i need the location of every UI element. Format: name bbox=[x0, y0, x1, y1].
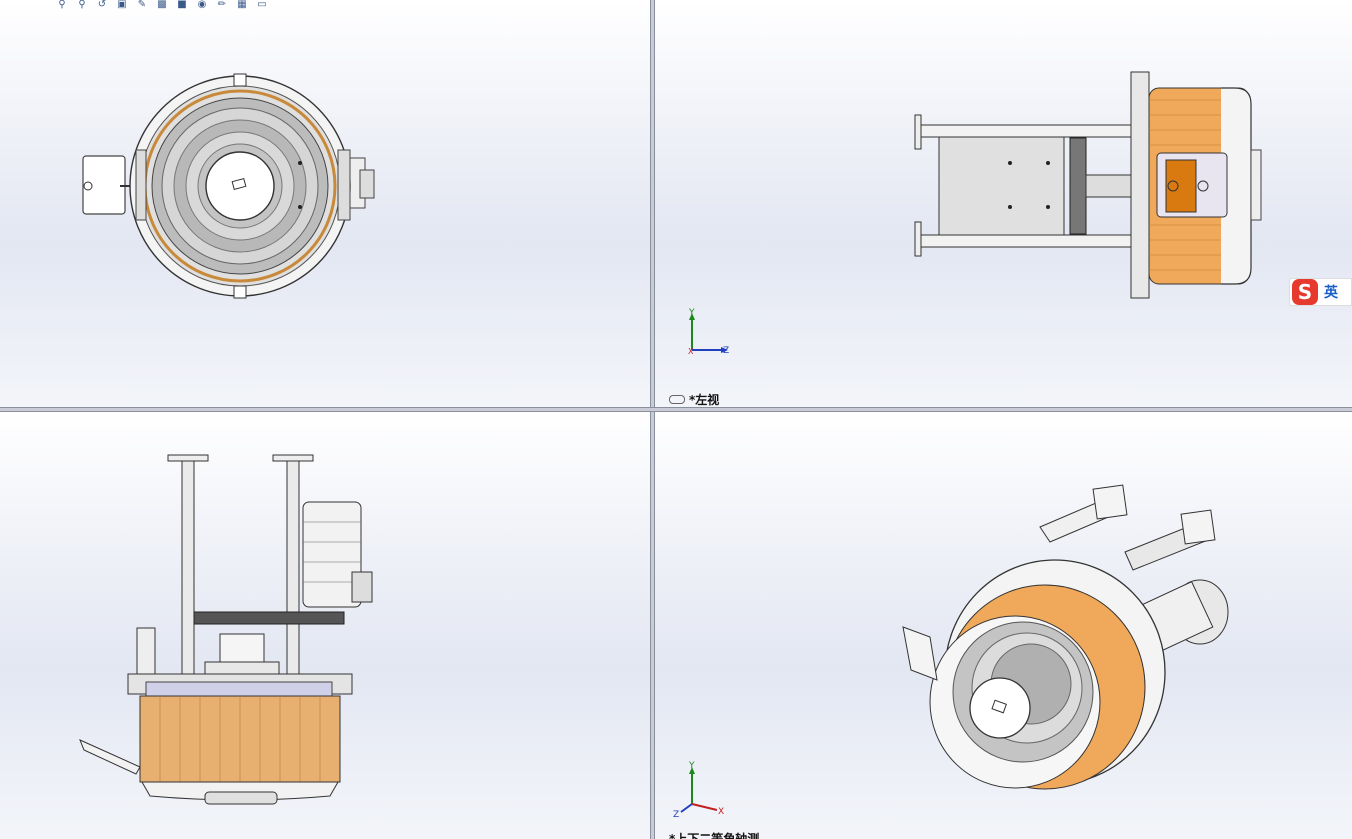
link-view-icon[interactable] bbox=[669, 395, 685, 404]
zoom-to-fit-icon[interactable]: ⚲ bbox=[55, 0, 69, 10]
view-name: *上下二等角轴测 bbox=[669, 832, 760, 839]
triad-y-label: Y bbox=[688, 308, 695, 318]
model-front-view bbox=[82, 73, 375, 299]
view-label-left: *左视 bbox=[669, 391, 719, 407]
edit-appearance-icon[interactable]: ✏ bbox=[215, 0, 229, 10]
viewport-left[interactable]: Y Z X *左视 bbox=[655, 0, 1352, 407]
view-name: *左视 bbox=[689, 393, 720, 407]
sogou-logo-icon: S bbox=[1292, 279, 1318, 305]
triad-x-label: X bbox=[688, 347, 694, 356]
viewport-top[interactable] bbox=[0, 412, 650, 839]
viewport-splitter-vertical[interactable] bbox=[650, 0, 655, 839]
viewport-isometric[interactable]: Y X Z *上下二等角轴测 bbox=[655, 412, 1352, 839]
triad-iso-y-label: Y bbox=[688, 761, 695, 771]
viewport-front[interactable] bbox=[0, 0, 650, 407]
triad-iso-z-label: Z bbox=[673, 810, 679, 820]
zoom-area-icon[interactable]: ⚲ bbox=[75, 0, 89, 10]
model-top-view bbox=[79, 454, 373, 805]
viewport-splitter-horizontal[interactable] bbox=[0, 407, 1352, 412]
dynamic-annotation-icon[interactable]: ✎ bbox=[135, 0, 149, 10]
triad-iso-x-label: X bbox=[718, 807, 724, 817]
view-settings-icon[interactable]: ▭ bbox=[255, 0, 269, 10]
view-label-isometric: *上下二等角轴测 bbox=[669, 830, 759, 839]
ime-toolbar[interactable]: S 英 bbox=[1289, 278, 1352, 306]
hide-show-icon[interactable]: ◉ bbox=[195, 0, 209, 10]
previous-view-icon[interactable]: ↺ bbox=[95, 0, 109, 10]
ime-mode-label[interactable]: 英 bbox=[1324, 282, 1338, 302]
axis-triad-iso: Y X Z bbox=[673, 761, 724, 820]
axis-triad: Y Z X bbox=[688, 308, 729, 356]
view-orientation-icon[interactable]: ▩ bbox=[155, 0, 169, 10]
heads-up-view-toolbar: ⚲ ⚲ ↺ ▣ ✎ ▩ ■ ◉ ✏ ▦ ▭ bbox=[55, 0, 269, 12]
section-view-icon[interactable]: ▣ bbox=[115, 0, 129, 10]
display-style-icon[interactable]: ■ bbox=[175, 0, 189, 10]
apply-scene-icon[interactable]: ▦ bbox=[235, 0, 249, 10]
triad-z-label: Z bbox=[723, 346, 729, 356]
